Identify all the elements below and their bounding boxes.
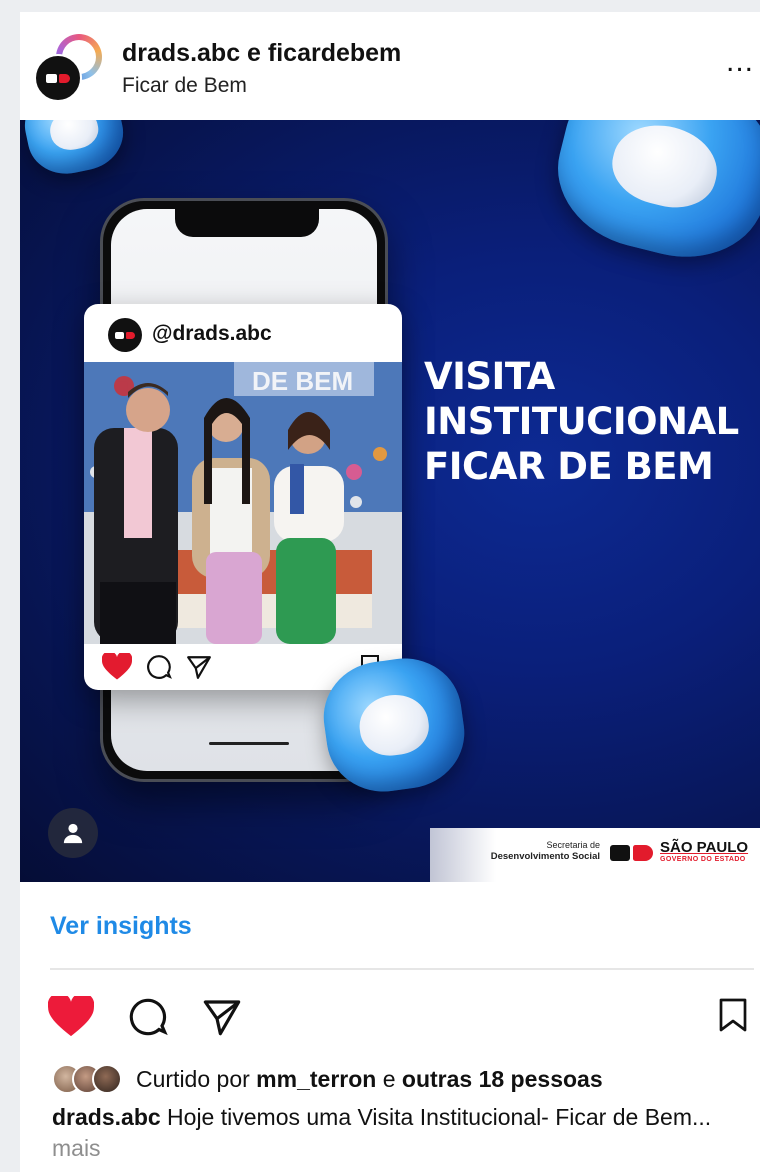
tagged-users-button[interactable] xyxy=(48,808,98,858)
inner-post-handle: @drads.abc xyxy=(152,322,272,345)
post-card: drads.abc e ficardebem Ficar de Bem ... … xyxy=(20,12,760,1172)
post-image[interactable]: @drads.abc DE BEM VISITA INSTITUCIONAL F… xyxy=(20,120,760,882)
post-author[interactable]: drads.abc e ficardebem xyxy=(122,39,401,68)
collab-avatars[interactable] xyxy=(34,34,104,104)
like-heart-icon[interactable] xyxy=(48,996,94,1038)
likes-text: Curtido por mm_terron e outras 18 pessoa… xyxy=(136,1065,603,1092)
liker-username[interactable]: mm_terron xyxy=(256,1066,376,1092)
headline-line: FICAR DE BEM xyxy=(424,445,714,488)
sp-logo-icon xyxy=(46,73,70,83)
other-likers[interactable]: outras 18 pessoas xyxy=(402,1066,603,1092)
caption-text: Hoje tivemos uma Visita Institucional- F… xyxy=(167,1104,712,1130)
post-actions xyxy=(48,994,242,1040)
inner-heart-icon xyxy=(102,653,132,680)
inner-post-header: @drads.abc xyxy=(84,304,402,362)
likes-summary[interactable]: Curtido por mm_terron e outras 18 pessoa… xyxy=(52,1064,603,1094)
headline-line: VISITA xyxy=(424,355,555,398)
photo-sign-text: DE BEM xyxy=(252,366,353,396)
view-insights-link[interactable]: Ver insights xyxy=(50,912,192,941)
inner-post-avatar xyxy=(108,318,142,352)
more-options-button[interactable]: ... xyxy=(720,47,760,82)
government-logo-bar: Secretaria de Desenvolvimento Social SÃO… xyxy=(430,828,760,882)
inner-post-actions xyxy=(102,652,212,682)
headline-line: INSTITUCIONAL xyxy=(424,400,739,443)
liker-avatars xyxy=(52,1064,122,1094)
state-name: SÃO PAULO GOVERNO DO ESTADO xyxy=(660,839,749,864)
sp-government-logo-icon xyxy=(610,845,653,861)
post-headline: VISITA INSTITUCIONAL FICAR DE BEM xyxy=(424,354,739,489)
group-photo: DE BEM xyxy=(84,362,402,644)
caption-more-link[interactable]: mais xyxy=(52,1135,101,1161)
divider xyxy=(50,968,754,970)
inner-post-card: @drads.abc DE BEM xyxy=(84,304,402,690)
avatar xyxy=(92,1064,122,1094)
caption-author[interactable]: drads.abc xyxy=(52,1104,161,1130)
person-icon xyxy=(63,823,83,844)
inner-comment-icon xyxy=(147,655,172,679)
post-header: drads.abc e ficardebem Ficar de Bem ... xyxy=(20,12,760,120)
drads-avatar[interactable] xyxy=(34,54,82,102)
share-icon[interactable] xyxy=(202,997,242,1037)
post-caption: drads.abc Hoje tivemos uma Visita Instit… xyxy=(52,1102,752,1164)
phone-notch xyxy=(175,209,319,237)
secretaria-text: Secretaria de Desenvolvimento Social xyxy=(490,840,600,862)
comment-icon[interactable] xyxy=(128,997,168,1037)
sp-logo-icon xyxy=(115,331,135,339)
save-bookmark-icon[interactable] xyxy=(718,996,748,1034)
heart-bubble-icon xyxy=(542,120,760,275)
inner-share-icon xyxy=(187,656,211,679)
post-subtitle[interactable]: Ficar de Bem xyxy=(122,74,247,98)
phone-home-bar xyxy=(209,742,289,745)
heart-bubble-icon xyxy=(20,120,130,182)
